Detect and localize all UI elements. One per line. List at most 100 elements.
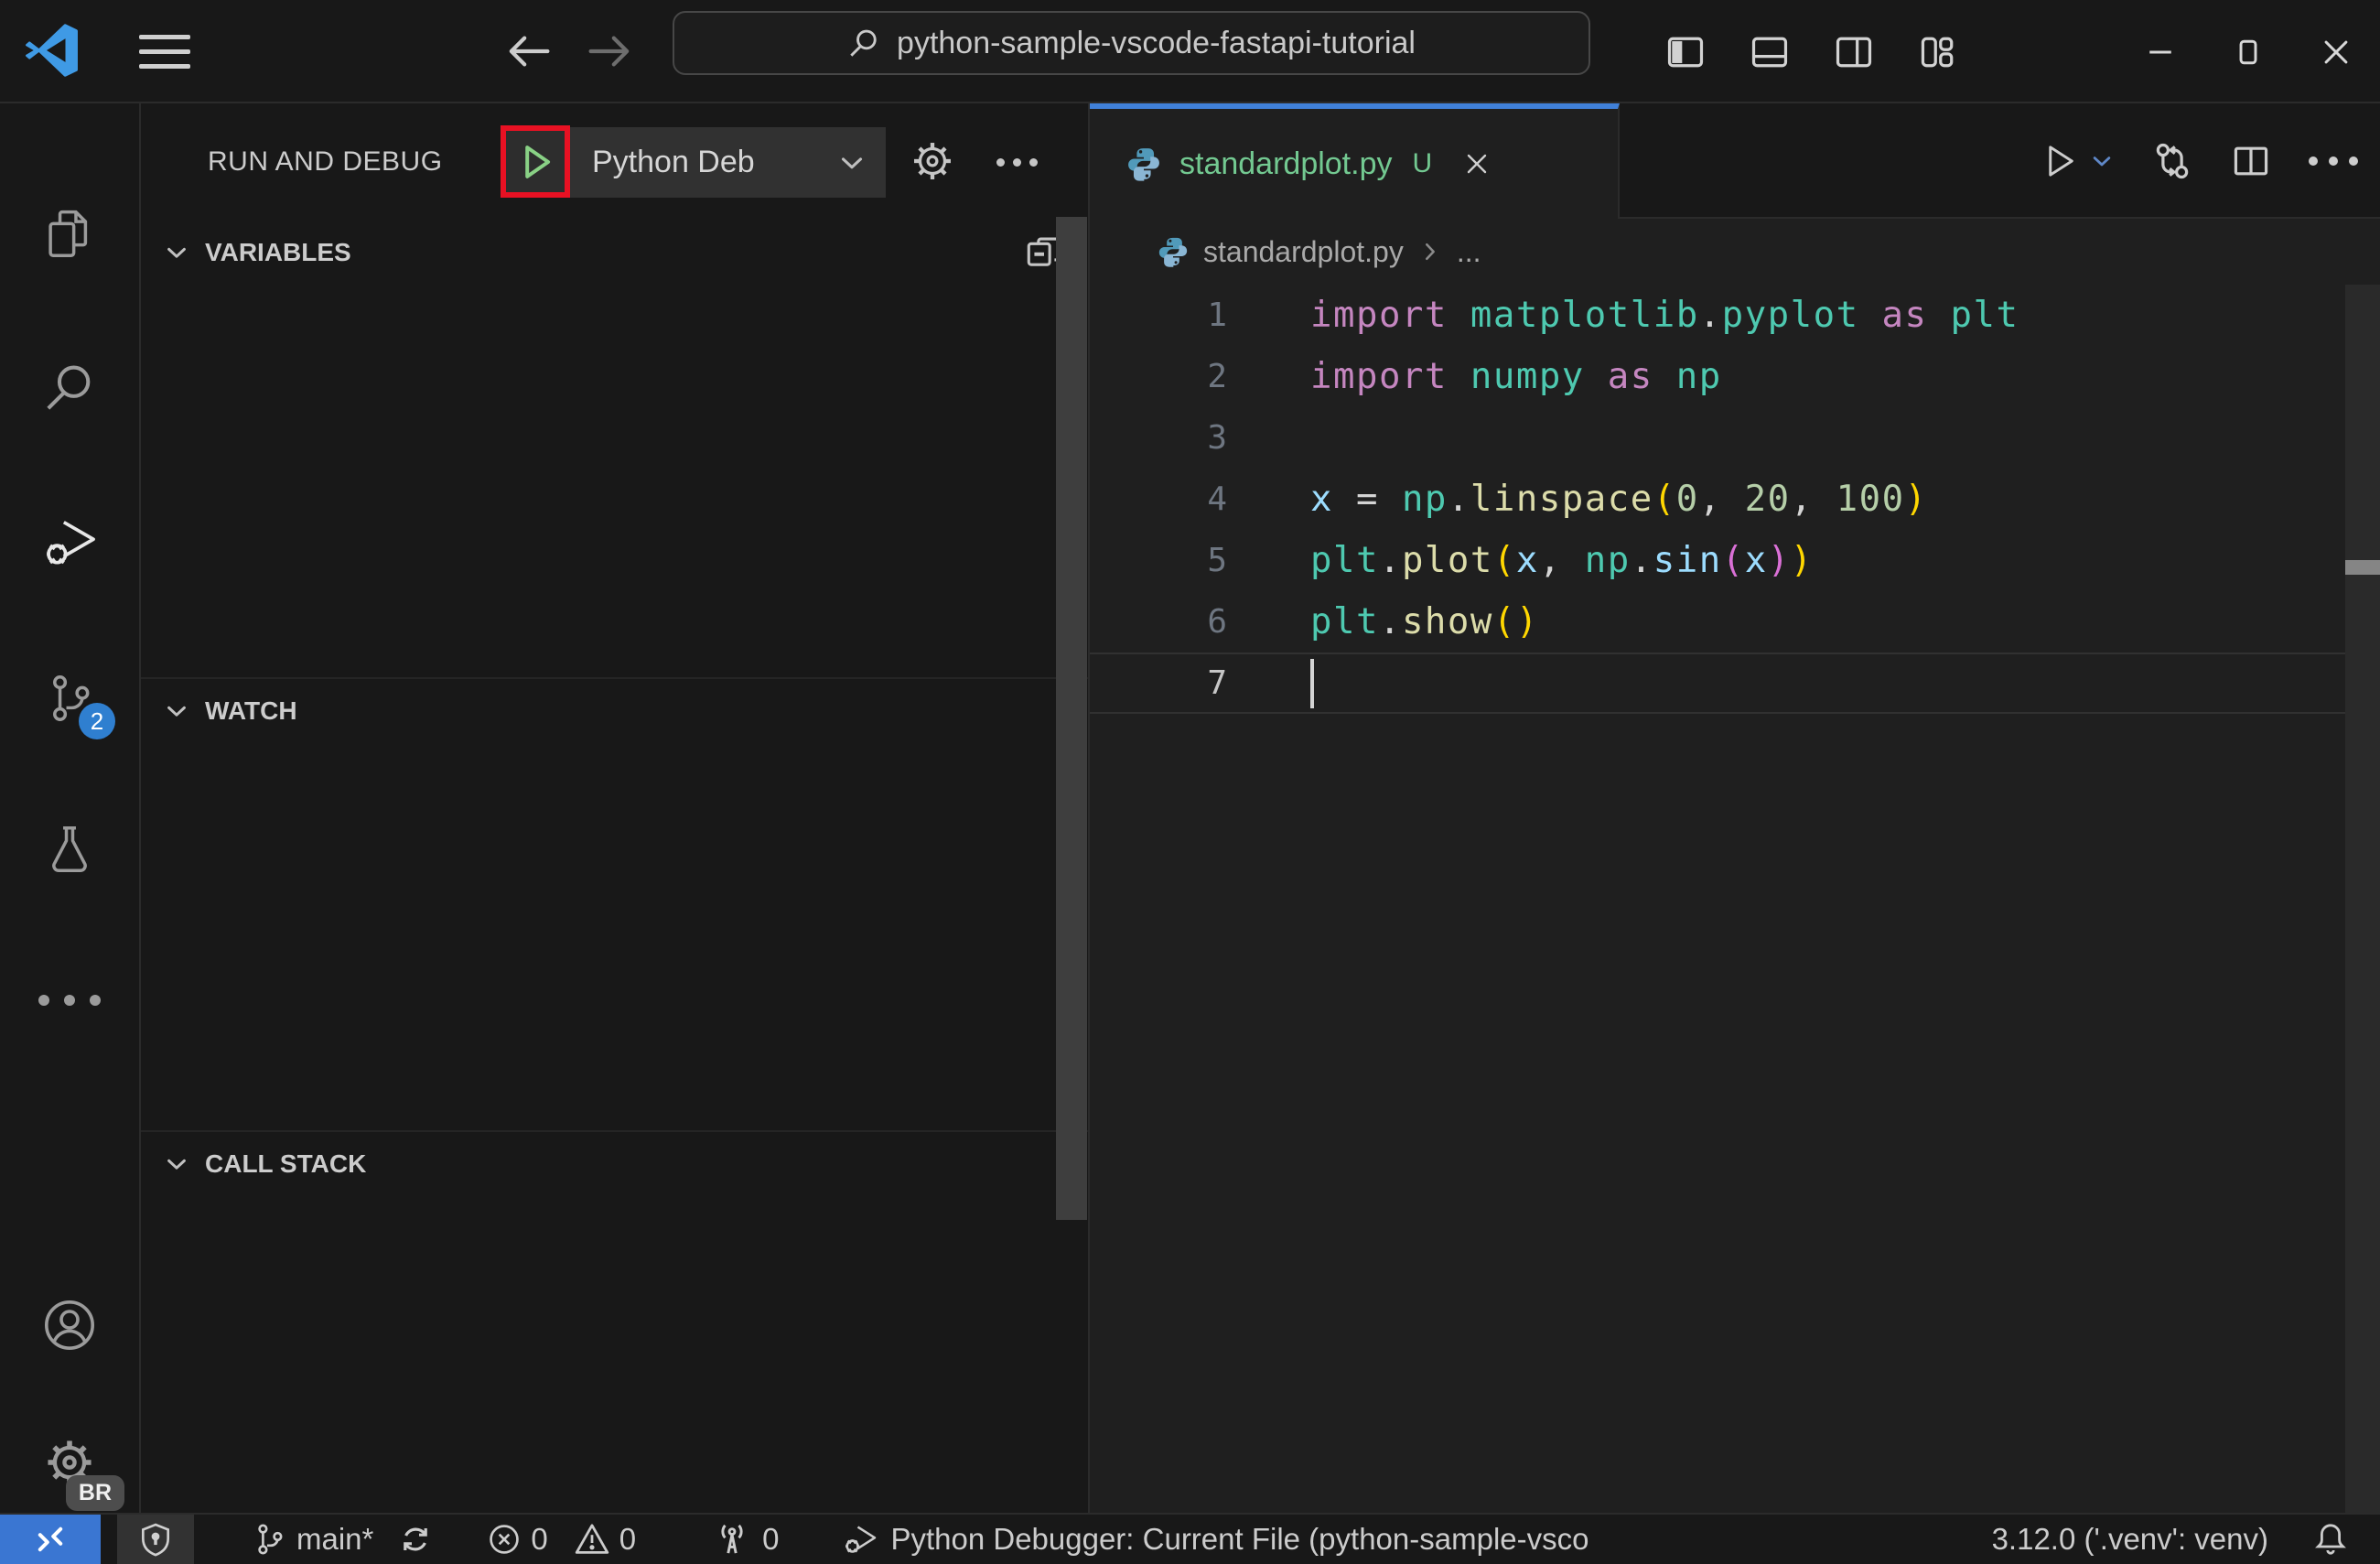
breadcrumb[interactable]: standardplot.py ...: [1090, 219, 2380, 285]
tab-bar: standardplot.py U: [1090, 103, 2380, 219]
editor-scrollbar[interactable]: [2345, 285, 2380, 1513]
remote-indicator[interactable]: [0, 1515, 101, 1564]
section-watch[interactable]: WATCH: [141, 677, 1088, 743]
error-count: 0: [531, 1522, 548, 1556]
code-line[interactable]: 2 import numpy as np: [1090, 346, 2345, 407]
close-button[interactable]: [2292, 0, 2380, 103]
code-text: import matplotlib.pyplot as plt: [1310, 295, 2019, 336]
python-interpreter-item[interactable]: 3.12.0 ('.venv': venv): [1992, 1522, 2268, 1557]
title-bar: python-sample-vscode-fastapi-tutorial: [0, 0, 2380, 103]
tab-close-icon[interactable]: [1463, 150, 1491, 178]
debug-config-label: Python Deb: [592, 145, 755, 179]
tab-standardplot[interactable]: standardplot.py U: [1090, 103, 1620, 219]
code-line[interactable]: 5 plt.plot(x, np.sin(x)): [1090, 530, 2345, 591]
profile-badge: BR: [65, 1475, 124, 1511]
warnings-icon: [575, 1524, 608, 1554]
notifications-bell-icon[interactable]: [2312, 1521, 2349, 1558]
section-variables[interactable]: VARIABLES: [141, 220, 1088, 286]
code-text: [1310, 658, 1314, 708]
chevron-right-icon: [1425, 243, 1435, 261]
branch-status-item[interactable]: main*: [253, 1515, 434, 1564]
views-more-actions-icon[interactable]: [985, 136, 1049, 188]
breadcrumb-file[interactable]: standardplot.py: [1203, 235, 1404, 269]
errors-icon: [490, 1525, 520, 1554]
code-line[interactable]: 7: [1090, 653, 2345, 714]
navigate-forward-icon[interactable]: [582, 24, 637, 79]
more-views-icon[interactable]: [0, 950, 139, 1051]
chevron-down-icon: [2093, 156, 2111, 167]
variables-label: VARIABLES: [205, 238, 351, 266]
start-debugging-button[interactable]: [501, 125, 570, 198]
toggle-primary-sidebar-icon[interactable]: [1664, 31, 1707, 73]
code-lines: 1 import matplotlib.pyplot as plt 2 import …: [1090, 285, 2380, 714]
line-number: 2: [1207, 358, 1227, 395]
menu-hamburger-icon[interactable]: [139, 27, 190, 75]
vscode-window: { "title_bar": { "command_center_text": …: [0, 0, 2380, 1564]
scm-badge: 2: [79, 703, 115, 739]
ports-status-item[interactable]: 0: [713, 1515, 779, 1564]
toggle-panel-icon[interactable]: [1749, 31, 1791, 73]
debug-settings-gear-icon[interactable]: [908, 136, 957, 186]
testing-icon[interactable]: [0, 799, 139, 900]
settings-gear-icon[interactable]: BR: [0, 1412, 139, 1513]
git-branch-icon: [258, 1524, 283, 1555]
call-stack-label: CALL STACK: [205, 1149, 367, 1178]
line-number: 3: [1207, 419, 1227, 457]
code-text: x = np.linspace(0, 20, 100): [1310, 479, 1928, 520]
status-bar: main* 0 0 0 Python Debugger: Current Fil…: [0, 1513, 2380, 1564]
tab-modified-badge: U: [1412, 148, 1433, 178]
breadcrumb-symbol[interactable]: ...: [1457, 235, 1481, 269]
navigate-back-icon[interactable]: [501, 24, 556, 79]
status-bar-right: 3.12.0 ('.venv': venv): [1992, 1521, 2380, 1558]
source-control-icon[interactable]: 2: [0, 648, 139, 749]
explorer-icon[interactable]: [0, 184, 139, 285]
chevron-down-icon: [167, 706, 186, 717]
customize-layout-icon[interactable]: [1917, 31, 1959, 73]
line-number: 1: [1207, 297, 1227, 334]
run-icon: [2049, 146, 2073, 177]
line-number: 6: [1207, 603, 1227, 641]
window-controls: [2116, 0, 2380, 103]
remote-icon: [38, 1526, 63, 1552]
ports-count: 0: [762, 1522, 780, 1556]
run-and-debug-icon[interactable]: [0, 492, 139, 593]
shield-icon: [141, 1523, 170, 1557]
code-line[interactable]: 6 plt.show(): [1090, 591, 2345, 653]
command-center-search[interactable]: python-sample-vscode-fastapi-tutorial: [673, 11, 1590, 75]
minimize-button[interactable]: [2116, 0, 2204, 103]
command-center-text: python-sample-vscode-fastapi-tutorial: [897, 25, 1416, 60]
editor-more-actions-icon[interactable]: [2309, 156, 2358, 166]
text-cursor: [1310, 658, 1314, 708]
chevron-down-icon: [167, 247, 186, 258]
tab-filename: standardplot.py: [1179, 146, 1393, 181]
warning-count: 0: [619, 1522, 637, 1556]
problems-status-item[interactable]: 0 0: [487, 1515, 636, 1564]
run-python-file-button[interactable]: [2040, 142, 2115, 180]
line-number: 5: [1207, 542, 1227, 579]
maximize-button[interactable]: [2204, 0, 2292, 103]
layout-controls: [1664, 0, 1959, 103]
debug-config-dropdown[interactable]: Python Deb: [570, 127, 886, 198]
debugger-status-text: Python Debugger: Current File (python-sa…: [890, 1522, 1589, 1556]
python-file-icon: [1128, 148, 1159, 181]
search-icon[interactable]: [0, 337, 139, 437]
editor-group: standardplot.py U standardplot.py ... 1 …: [1090, 103, 2380, 1513]
code-text: plt.plot(x, np.sin(x)): [1310, 540, 1814, 581]
bug-play-icon: [845, 1526, 877, 1553]
radio-tower-icon: [721, 1524, 743, 1554]
code-text: import numpy as np: [1310, 356, 1722, 397]
sidebar-scrollbar[interactable]: [1056, 217, 1087, 1220]
activity-bar: 2 BR: [0, 103, 141, 1513]
code-line[interactable]: 3: [1090, 407, 2345, 469]
toggle-secondary-sidebar-icon[interactable]: [1833, 31, 1875, 73]
branch-name: main*: [296, 1522, 374, 1556]
code-line[interactable]: 4 x = np.linspace(0, 20, 100): [1090, 469, 2345, 530]
workspace-trust-button[interactable]: [117, 1515, 194, 1564]
chevron-down-icon: [167, 1159, 186, 1170]
code-line[interactable]: 1 import matplotlib.pyplot as plt: [1090, 285, 2345, 346]
split-editor-icon[interactable]: [2230, 140, 2272, 182]
debugger-status-item[interactable]: Python Debugger: Current File (python-sa…: [841, 1515, 1588, 1564]
section-call-stack[interactable]: CALL STACK: [141, 1130, 1088, 1196]
open-changes-icon[interactable]: [2151, 140, 2193, 182]
accounts-icon[interactable]: [0, 1275, 139, 1375]
